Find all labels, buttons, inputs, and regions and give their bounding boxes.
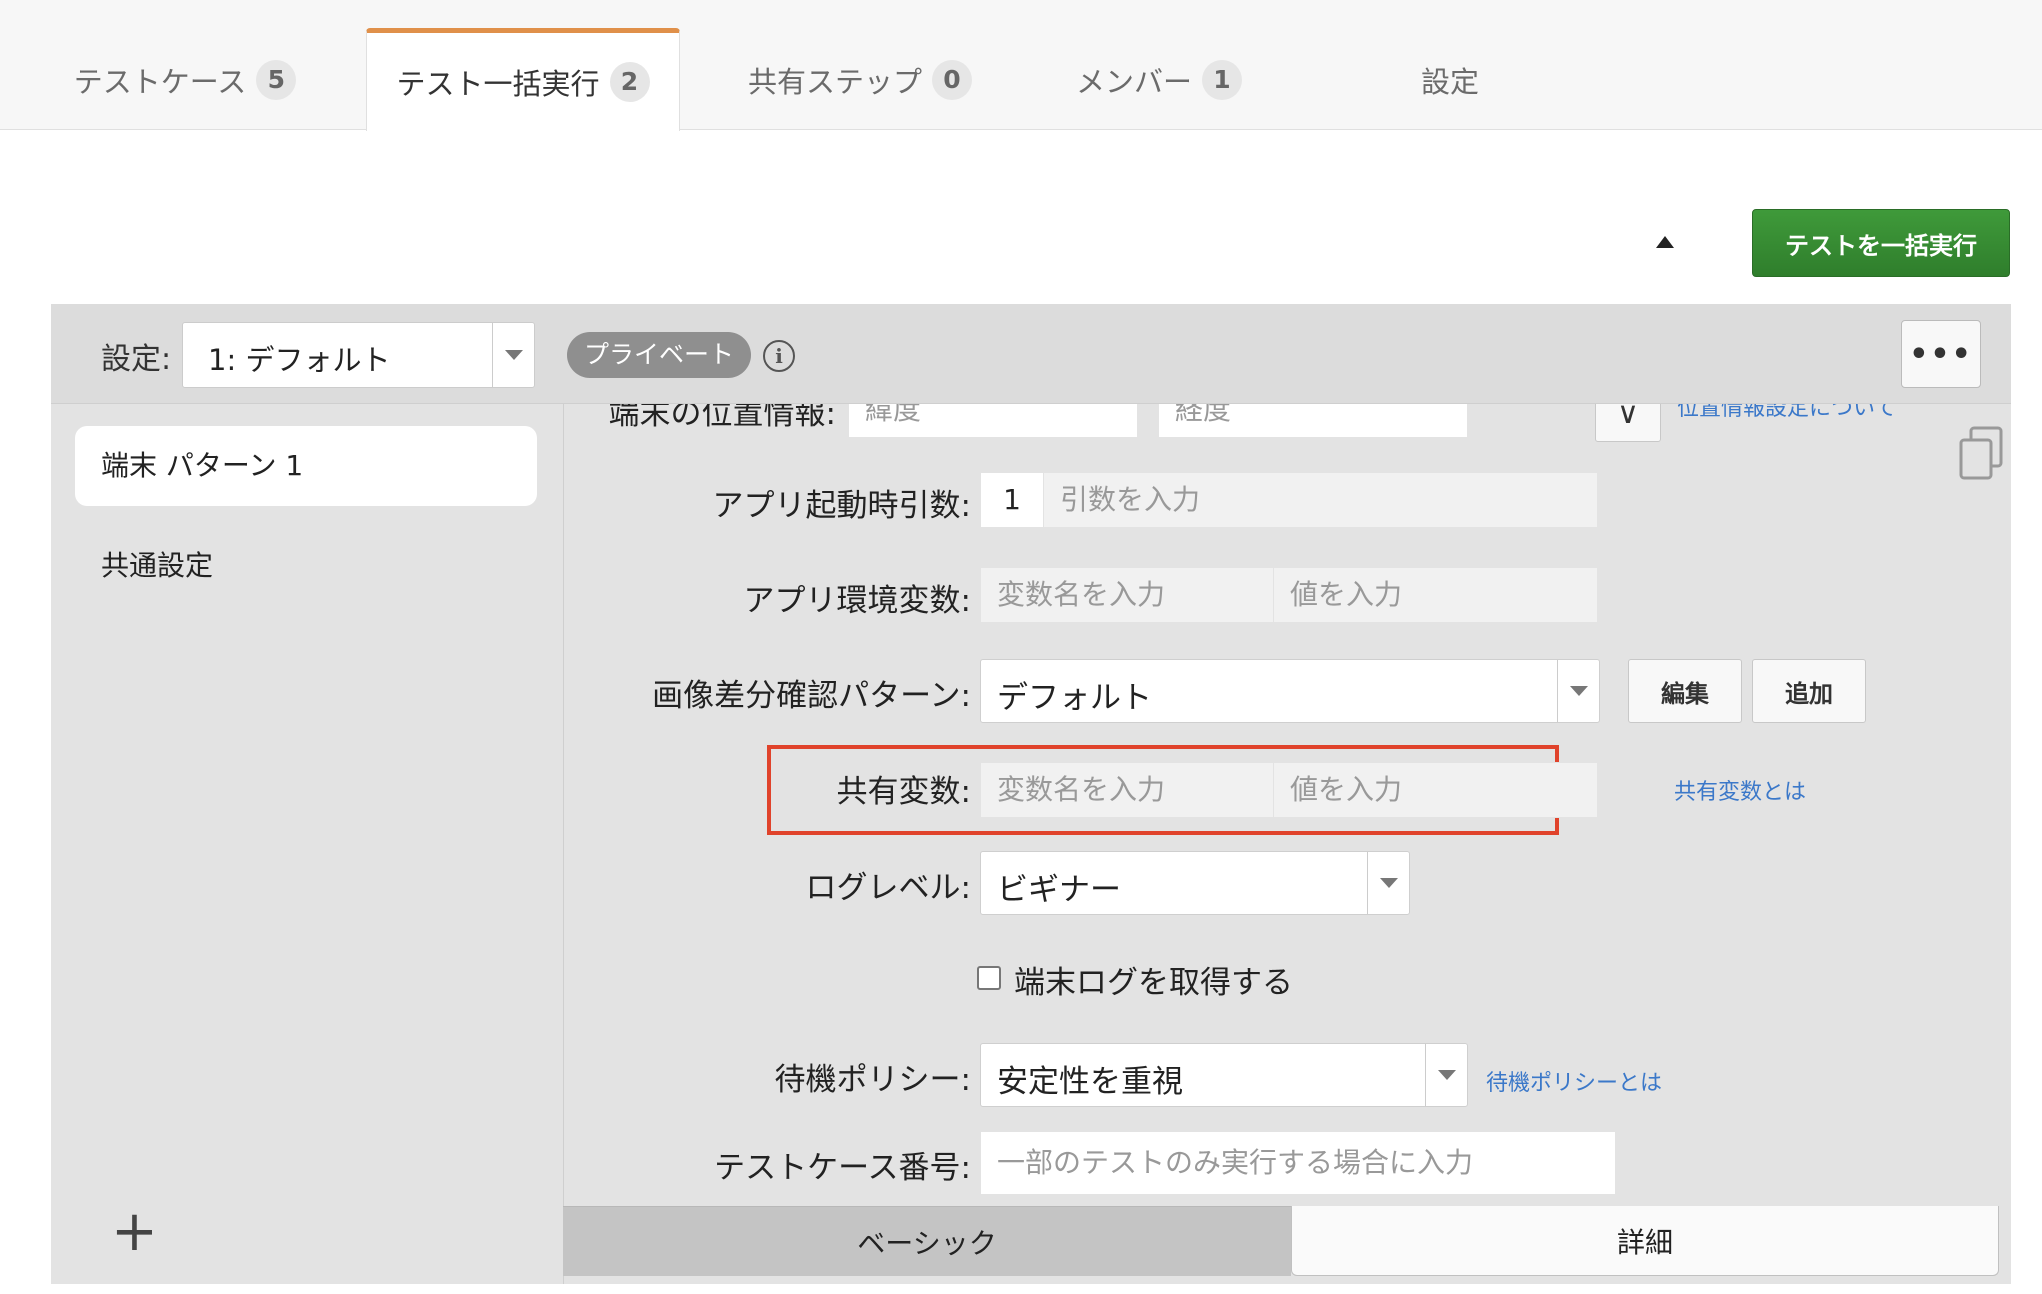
info-icon[interactable]: i bbox=[763, 340, 795, 372]
tab-label: 共有ステップ bbox=[747, 64, 922, 99]
chevron-down-icon[interactable] bbox=[1367, 852, 1409, 914]
shared-vars-help-link[interactable]: 共有変数とは bbox=[1674, 774, 1806, 806]
tab-shared-steps[interactable]: 共有ステップ 0 bbox=[740, 28, 980, 131]
location-dropdown-button[interactable]: ∨ bbox=[1595, 404, 1661, 442]
tab-members[interactable]: メンバー 1 bbox=[1074, 28, 1244, 131]
copy-icon[interactable] bbox=[1957, 426, 2005, 482]
longitude-input[interactable]: 経度 bbox=[1158, 404, 1468, 438]
tab-count-badge: 1 bbox=[1202, 59, 1242, 100]
settings-select-value: 1: デフォルト bbox=[208, 343, 391, 377]
settings-label: 設定: bbox=[101, 342, 172, 377]
location-label: 端末の位置情報: bbox=[608, 404, 836, 432]
tab-count-badge: 0 bbox=[932, 59, 972, 100]
tab-batch-run[interactable]: テスト一括実行 2 bbox=[366, 28, 680, 131]
launch-args-label: アプリ起動時引数: bbox=[712, 488, 971, 524]
chevron-down-icon[interactable] bbox=[1425, 1044, 1467, 1106]
device-log-checkbox[interactable] bbox=[977, 966, 1001, 990]
tab-count-badge: 5 bbox=[256, 59, 297, 100]
wait-policy-help-link[interactable]: 待機ポリシーとは bbox=[1486, 1065, 1662, 1097]
shared-var-name-input[interactable]: 変数名を入力 bbox=[980, 762, 1274, 818]
run-all-tests-button[interactable]: テストを一括実行 bbox=[1752, 209, 2010, 277]
env-var-name-input[interactable]: 変数名を入力 bbox=[980, 567, 1274, 623]
log-level-label: ログレベル: bbox=[805, 870, 971, 906]
env-var-value-input[interactable]: 値を入力 bbox=[1273, 567, 1598, 623]
sidebar-item-device-pattern-1[interactable]: 端末 パターン 1 bbox=[75, 426, 537, 506]
test-case-no-input[interactable]: 一部のテストのみ実行する場合に入力 bbox=[980, 1131, 1616, 1195]
chevron-down-icon[interactable] bbox=[1557, 660, 1599, 722]
edit-button[interactable]: 編集 bbox=[1628, 659, 1742, 723]
image-diff-label: 画像差分確認パターン: bbox=[652, 678, 971, 714]
image-diff-select[interactable]: デフォルト bbox=[980, 659, 1600, 723]
tab-detail[interactable]: 詳細 bbox=[1291, 1206, 1999, 1276]
visibility-badge: プライベート bbox=[567, 332, 752, 378]
tab-bar: テストケース 5 テスト一括実行 2 共有ステップ 0 メンバー 1 設定 bbox=[0, 0, 2042, 131]
launch-args-input[interactable]: 引数を入力 bbox=[1043, 472, 1598, 528]
tab-settings[interactable]: 設定 bbox=[1400, 28, 1500, 131]
location-help-link[interactable]: 位置情報設定について bbox=[1677, 404, 1896, 422]
latitude-input[interactable]: 緯度 bbox=[848, 404, 1138, 438]
log-level-select[interactable]: ビギナー bbox=[980, 851, 1410, 915]
add-pattern-icon[interactable]: + bbox=[111, 1204, 158, 1260]
shared-var-value-input[interactable]: 値を入力 bbox=[1273, 762, 1598, 818]
tab-label: テスト一括実行 bbox=[396, 67, 600, 101]
tab-count-badge: 2 bbox=[609, 62, 650, 102]
shared-vars-label: 共有変数: bbox=[836, 774, 971, 810]
settings-select[interactable]: 1: デフォルト bbox=[182, 322, 535, 388]
tab-test-cases[interactable]: テストケース 5 bbox=[60, 28, 310, 131]
device-log-label: 端末ログを取得する bbox=[1014, 965, 1293, 1001]
wait-policy-label: 待機ポリシー: bbox=[774, 1062, 971, 1098]
log-level-value: ビギナー bbox=[997, 872, 1121, 908]
env-vars-label: アプリ環境変数: bbox=[743, 583, 971, 619]
test-case-no-label: テストケース番号: bbox=[714, 1150, 971, 1186]
tab-basic[interactable]: ベーシック bbox=[563, 1206, 1291, 1276]
chevron-down-icon[interactable] bbox=[492, 323, 534, 387]
wait-policy-select[interactable]: 安定性を重視 bbox=[980, 1043, 1468, 1107]
wait-policy-value: 安定性を重視 bbox=[997, 1064, 1183, 1100]
launch-args-index: 1 bbox=[980, 472, 1044, 528]
sidebar-item-common-settings[interactable]: 共通設定 bbox=[101, 544, 213, 584]
more-options-button[interactable]: ••• bbox=[1901, 320, 1981, 388]
collapse-up-icon[interactable] bbox=[1656, 236, 1674, 248]
tab-label: 設定 bbox=[1420, 64, 1479, 99]
settings-form: 端末の位置情報: 緯度 経度 ∨ 位置情報設定について アプリ起動時引数: 1 … bbox=[563, 404, 2011, 1284]
tab-label: メンバー bbox=[1075, 64, 1192, 99]
bottom-tabs: ベーシック 詳細 bbox=[563, 1206, 2011, 1284]
batch-run-panel: 設定: 1: デフォルト プライベート i ••• 端末 パターン 1 共通設定… bbox=[51, 304, 2011, 1284]
add-button[interactable]: 追加 bbox=[1752, 659, 1866, 723]
image-diff-value: デフォルト bbox=[997, 680, 1152, 716]
tab-label: テストケース bbox=[73, 64, 247, 99]
panel-header: 設定: 1: デフォルト プライベート i ••• bbox=[51, 304, 2011, 404]
